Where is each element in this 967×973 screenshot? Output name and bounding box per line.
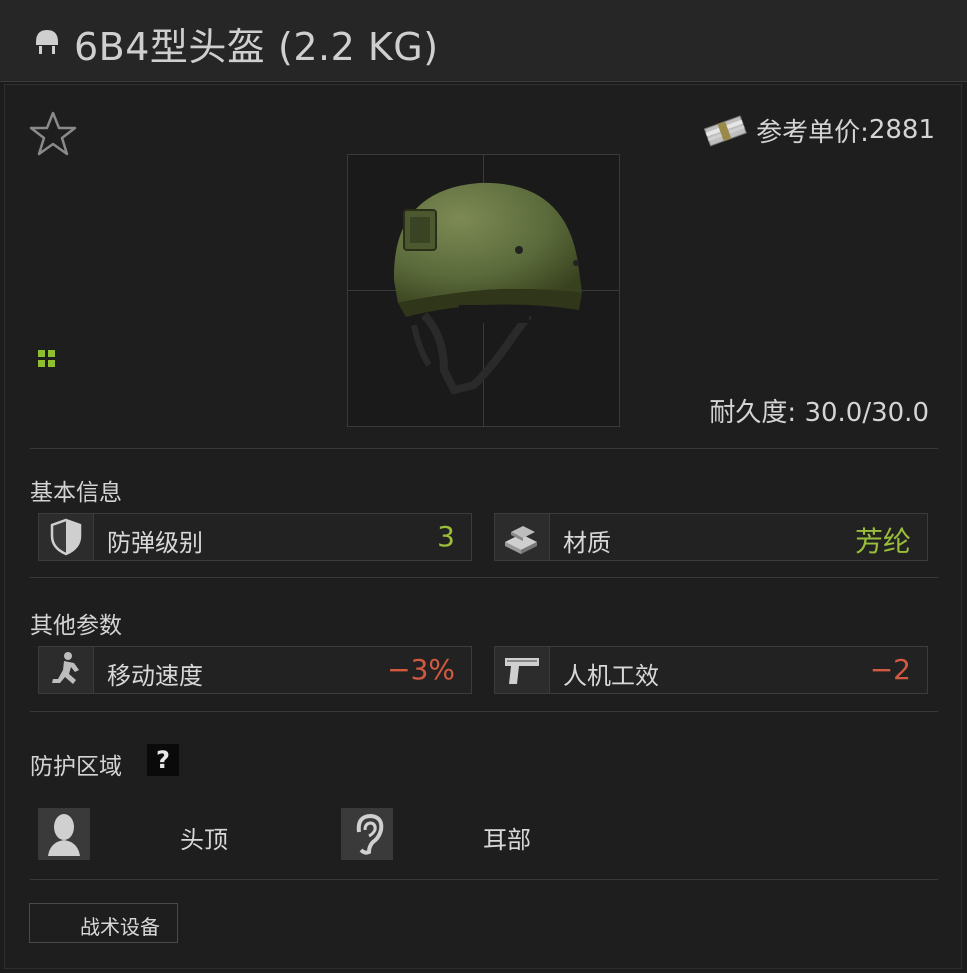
section-title-protection: 防护区域 (30, 754, 122, 780)
stat-name: 移动速度 (107, 662, 203, 690)
stat-value: 芳纶 (854, 525, 911, 558)
durability-text: 耐久度: 30.0/30.0 (709, 398, 929, 428)
helmet-image (393, 182, 582, 395)
helmet-icon (36, 30, 58, 54)
zone-label-ear: 耳部 (483, 826, 531, 854)
stat-name: 防弹级别 (107, 529, 203, 557)
head-icon (38, 808, 90, 860)
divider (30, 879, 938, 880)
price-value: 2881 (868, 115, 935, 145)
tactical-equipment-label: 战术设备 (80, 915, 160, 939)
zone-label-head: 头顶 (180, 826, 228, 854)
divider (30, 448, 938, 449)
item-image-frame (347, 154, 620, 427)
stat-value: −2 (869, 653, 911, 686)
grid-size-icon (38, 350, 55, 367)
favorite-star-icon[interactable] (28, 110, 78, 158)
running-soldier-icon (39, 647, 94, 693)
stat-name: 人机工效 (563, 662, 659, 690)
section-title-basic: 基本信息 (30, 480, 122, 506)
stat-value: 3 (437, 520, 455, 553)
item-title: 6B4型头盔 (2.2 KG) (74, 25, 439, 69)
stat-name: 材质 (563, 529, 611, 557)
title-bar: 6B4型头盔 (2.2 KG) (0, 0, 967, 82)
material-icon (495, 514, 550, 560)
stat-material: 材质 芳纶 (494, 513, 928, 561)
divider (30, 711, 938, 712)
stat-ergonomics: 人机工效 −2 (494, 646, 928, 694)
pistol-icon (495, 647, 550, 693)
help-button[interactable]: ? (147, 744, 179, 776)
tactical-equipment-tab[interactable]: 战术设备 (29, 903, 178, 943)
stat-armor-class: 防弹级别 3 (38, 513, 472, 561)
reference-price: 参考单价: 2881 (702, 110, 935, 150)
money-icon (703, 115, 747, 147)
section-title-other: 其他参数 (30, 613, 122, 639)
stat-value: −3% (387, 653, 455, 686)
stat-move-speed: 移动速度 −3% (38, 646, 472, 694)
price-label: 参考单价: (756, 117, 869, 148)
ear-icon (341, 808, 393, 860)
shield-icon (39, 514, 94, 560)
divider (30, 577, 938, 578)
